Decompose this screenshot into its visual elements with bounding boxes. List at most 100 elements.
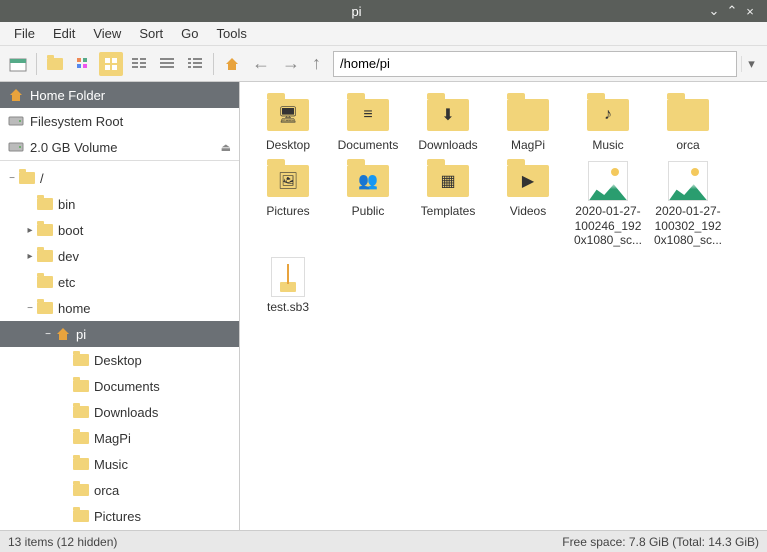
- file-label: 2020-01-27-100302_1920x1080_sc...: [652, 204, 724, 247]
- place-home-folder[interactable]: Home Folder: [0, 82, 239, 108]
- tree-item-bin[interactable]: bin: [0, 191, 239, 217]
- tree-item-downloads[interactable]: Downloads: [0, 399, 239, 425]
- folder-icon: [36, 300, 54, 316]
- folder-icon: 👥: [344, 160, 392, 202]
- file-item[interactable]: ▶ Videos: [488, 156, 568, 251]
- file-item[interactable]: 🖼Pictures: [248, 156, 328, 251]
- path-input[interactable]: [334, 56, 736, 71]
- places-panel: Home FolderFilesystem Root2.0 GB Volume⏏: [0, 82, 239, 161]
- status-right: Free space: 7.8 GiB (Total: 14.3 GiB): [562, 535, 759, 549]
- file-label: Documents: [338, 138, 399, 152]
- tree-item-pi[interactable]: −pi: [0, 321, 239, 347]
- folder-icon: ▦: [424, 160, 472, 202]
- statusbar: 13 items (12 hidden) Free space: 7.8 GiB…: [0, 530, 767, 552]
- tree-item-desktop[interactable]: Desktop: [0, 347, 239, 373]
- tree-item-dev[interactable]: ▸ dev: [0, 243, 239, 269]
- menu-tools[interactable]: Tools: [209, 24, 255, 43]
- file-item[interactable]: ♪Music: [568, 90, 648, 156]
- folder-icon: [36, 248, 54, 264]
- folder-icon: 🖥: [264, 94, 312, 136]
- folder-icon: ▶: [504, 160, 552, 202]
- expand-icon[interactable]: ▸: [24, 225, 36, 236]
- file-item[interactable]: 👥 Public: [328, 156, 408, 251]
- tree-item--[interactable]: −/: [0, 165, 239, 191]
- tree-label: dev: [58, 249, 79, 264]
- tree-label: bin: [58, 197, 75, 212]
- file-label: Public: [352, 204, 385, 218]
- folder-icon: [72, 456, 90, 472]
- place-filesystem-root[interactable]: Filesystem Root: [0, 108, 239, 134]
- titlebar: pi ⌄ ⌃ ×: [0, 0, 767, 22]
- folder-icon: [72, 352, 90, 368]
- status-left: 13 items (12 hidden): [8, 535, 117, 549]
- maximize-button[interactable]: ⌃: [723, 3, 741, 19]
- file-label: Videos: [510, 204, 546, 218]
- file-item[interactable]: ▦Templates: [408, 156, 488, 251]
- folder-icon: [72, 378, 90, 394]
- tree-item-home[interactable]: − home: [0, 295, 239, 321]
- tree-item-orca[interactable]: orca: [0, 477, 239, 503]
- expand-icon[interactable]: −: [42, 329, 54, 340]
- expand-icon[interactable]: −: [24, 303, 36, 314]
- folder-icon: [18, 170, 36, 186]
- tree-label: Documents: [94, 379, 160, 394]
- home-button[interactable]: [220, 52, 244, 76]
- expand-icon[interactable]: ▸: [24, 251, 36, 262]
- content-pane[interactable]: 🖥Desktop ≡ Documents ⬇Downloads MagPi ♪Musico…: [240, 82, 767, 530]
- tree-label: home: [58, 301, 91, 316]
- up-button[interactable]: ↑: [308, 53, 325, 74]
- tree-label: orca: [94, 483, 119, 498]
- folder-icon: [72, 404, 90, 420]
- drive-icon: [8, 139, 24, 155]
- menu-view[interactable]: View: [85, 24, 129, 43]
- file-item[interactable]: ⬇Downloads: [408, 90, 488, 156]
- file-item[interactable]: test.sb3: [248, 252, 328, 318]
- path-dropdown-icon[interactable]: ▾: [741, 56, 761, 72]
- sidebar: Home FolderFilesystem Root2.0 GB Volume⏏…: [0, 82, 240, 530]
- folder-icon: [664, 94, 712, 136]
- tree-item-etc[interactable]: etc: [0, 269, 239, 295]
- new-folder-button[interactable]: [43, 52, 67, 76]
- menu-file[interactable]: File: [6, 24, 43, 43]
- tree-item-boot[interactable]: ▸boot: [0, 217, 239, 243]
- new-tab-button[interactable]: [6, 52, 30, 76]
- properties-button[interactable]: [71, 52, 95, 76]
- tree-item-pictures[interactable]: Pictures: [0, 503, 239, 529]
- image-icon: [664, 160, 712, 202]
- file-item[interactable]: MagPi: [488, 90, 568, 156]
- tree-label: MagPi: [94, 431, 131, 446]
- list-view-button[interactable]: [155, 52, 179, 76]
- compact-view-button[interactable]: [127, 52, 151, 76]
- file-item[interactable]: orca: [648, 90, 728, 156]
- window-title: pi: [8, 4, 705, 19]
- minimize-button[interactable]: ⌄: [705, 3, 723, 19]
- forward-button[interactable]: →: [278, 53, 304, 74]
- file-item[interactable]: 2020-01-27-100246_1920x1080_sc...: [568, 156, 648, 251]
- folder-icon: ♪: [584, 94, 632, 136]
- tree-item-documents[interactable]: Documents: [0, 373, 239, 399]
- file-label: test.sb3: [267, 300, 309, 314]
- folder-icon: [36, 222, 54, 238]
- file-label: MagPi: [511, 138, 545, 152]
- icon-view-button[interactable]: [99, 52, 123, 76]
- folder-icon: [72, 482, 90, 498]
- detail-view-button[interactable]: [183, 52, 207, 76]
- home-icon: [54, 326, 72, 342]
- eject-icon[interactable]: ⏏: [221, 141, 231, 154]
- folder-icon: ≡: [344, 94, 392, 136]
- close-button[interactable]: ×: [741, 4, 759, 19]
- file-item[interactable]: 2020-01-27-100302_1920x1080_sc...: [648, 156, 728, 251]
- menu-go[interactable]: Go: [173, 24, 206, 43]
- folder-icon: [36, 274, 54, 290]
- menu-edit[interactable]: Edit: [45, 24, 83, 43]
- place-2-0-gb-volume[interactable]: 2.0 GB Volume⏏: [0, 134, 239, 160]
- tree-item-music[interactable]: Music: [0, 451, 239, 477]
- home-icon: [8, 87, 24, 103]
- expand-icon[interactable]: −: [6, 173, 18, 184]
- file-item[interactable]: ≡ Documents: [328, 90, 408, 156]
- tree-label: Desktop: [94, 353, 142, 368]
- menu-sort[interactable]: Sort: [131, 24, 171, 43]
- tree-item-magpi[interactable]: MagPi: [0, 425, 239, 451]
- file-item[interactable]: 🖥Desktop: [248, 90, 328, 156]
- back-button[interactable]: ←: [248, 53, 274, 74]
